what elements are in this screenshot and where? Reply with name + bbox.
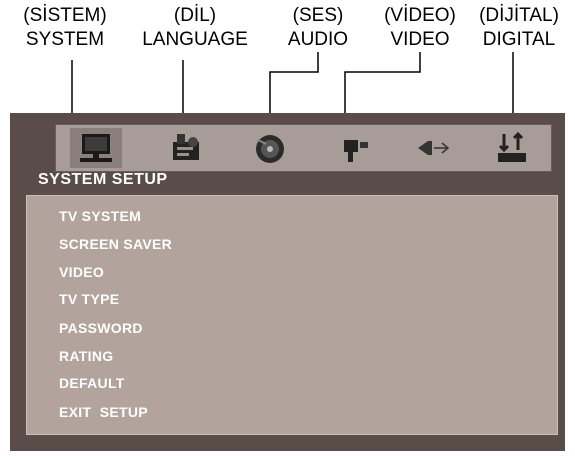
callout-system-english: SYSTEM xyxy=(25,29,105,50)
tab-language[interactable] xyxy=(159,128,211,168)
menu-item-exit-setup[interactable]: EXIT SETUP xyxy=(59,404,148,420)
menu-item-password[interactable]: PASSWORD xyxy=(59,320,143,336)
disc-icon xyxy=(256,135,284,163)
tab-system[interactable] xyxy=(70,128,122,168)
video-camera-icon xyxy=(344,140,368,162)
menu-item-screen-saver[interactable]: SCREEN SAVER xyxy=(59,236,172,252)
callout-digital-english: DIGITAL xyxy=(482,29,556,50)
osd-screen: SYSTEM SETUP TV SYSTEM SCREEN SAVER VIDE… xyxy=(10,113,565,451)
monitor-icon xyxy=(80,134,112,162)
speaker-icon xyxy=(418,141,450,155)
callout-language-turkish: (DİL) xyxy=(173,5,217,26)
callout-system-turkish: (SİSTEM) xyxy=(23,5,107,26)
callout-audio-english: AUDIO xyxy=(287,29,349,50)
tab-bar xyxy=(55,124,552,172)
callout-system: (SİSTEM) SYSTEM xyxy=(23,4,106,52)
callout-digital: (DİJİTAL) DIGITAL xyxy=(479,4,559,52)
menu-item-tv-system[interactable]: TV SYSTEM xyxy=(59,208,141,224)
callout-digital-turkish: (DİJİTAL) xyxy=(479,5,559,26)
tab-digital[interactable] xyxy=(486,128,538,168)
callout-video-english: VIDEO xyxy=(390,29,450,50)
callout-language-english: LANGUAGE xyxy=(142,29,248,50)
menu-panel: TV SYSTEM SCREEN SAVER VIDEO TV TYPE PAS… xyxy=(26,195,558,435)
menu-item-tv-type[interactable]: TV TYPE xyxy=(59,291,119,307)
callout-language: (DİL) LANGUAGE xyxy=(142,4,248,52)
digital-icon xyxy=(498,131,526,162)
page-title: SYSTEM SETUP xyxy=(38,171,168,188)
menu-item-video[interactable]: VIDEO xyxy=(59,264,104,280)
tab-speaker[interactable] xyxy=(406,128,458,168)
tab-video[interactable] xyxy=(328,128,380,168)
menu-item-rating[interactable]: RATING xyxy=(59,348,113,364)
leader-video xyxy=(344,52,421,122)
callout-audio: (SES) AUDIO xyxy=(288,4,348,52)
tab-audio[interactable] xyxy=(244,128,296,168)
language-icon xyxy=(173,134,199,160)
callout-video: (VİDEO) VIDEO xyxy=(384,4,456,52)
callout-audio-turkish: (SES) xyxy=(292,5,344,26)
callout-video-turkish: (VİDEO) xyxy=(384,5,456,26)
menu-item-default[interactable]: DEFAULT xyxy=(59,375,125,391)
